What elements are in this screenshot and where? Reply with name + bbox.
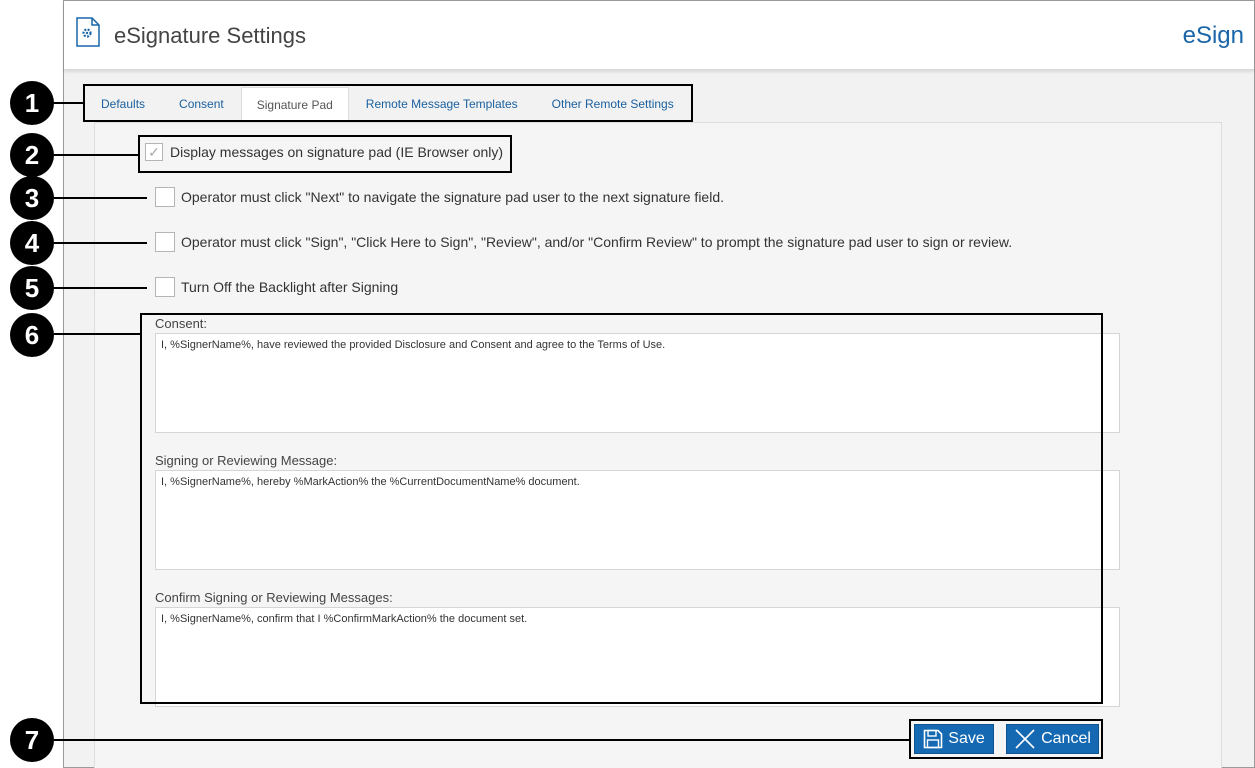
backlight-checkbox[interactable] (155, 277, 175, 297)
page-title: eSignature Settings (114, 23, 307, 48)
callout-marker-1: 1 (10, 81, 54, 125)
callout-box-2 (138, 135, 512, 173)
option-click-sign: Operator must click "Sign", "Click Here … (155, 232, 1012, 252)
callout-marker-7: 7 (10, 718, 54, 762)
callout-line-1 (54, 102, 84, 104)
brand-logo-text: eSign (1182, 22, 1244, 49)
option-backlight: Turn Off the Backlight after Signing (155, 277, 398, 297)
callout-marker-2: 2 (10, 133, 54, 177)
click-sign-label: Operator must click "Sign", "Click Here … (181, 234, 1013, 250)
title-bar: eSignature Settings eSign (64, 1, 1254, 70)
callout-box-6 (140, 313, 1103, 704)
option-click-next: Operator must click "Next" to navigate t… (155, 187, 724, 207)
click-next-checkbox[interactable] (155, 187, 175, 207)
callout-box-1 (83, 84, 693, 122)
callout-line-4 (54, 242, 147, 244)
click-sign-checkbox[interactable] (155, 232, 175, 252)
callout-line-3 (54, 197, 147, 199)
callout-marker-6: 6 (10, 313, 54, 357)
settings-document-icon (76, 17, 100, 47)
callout-marker-5: 5 (10, 266, 54, 310)
backlight-label: Turn Off the Backlight after Signing (181, 279, 399, 295)
click-next-label: Operator must click "Next" to navigate t… (181, 189, 725, 205)
callout-line-5 (54, 287, 147, 289)
callout-line-7 (54, 739, 910, 741)
callout-box-7 (909, 719, 1103, 759)
callout-line-6 (54, 333, 141, 335)
callout-marker-4: 4 (10, 221, 54, 265)
callout-line-2 (54, 154, 139, 156)
callout-marker-3: 3 (10, 176, 54, 220)
